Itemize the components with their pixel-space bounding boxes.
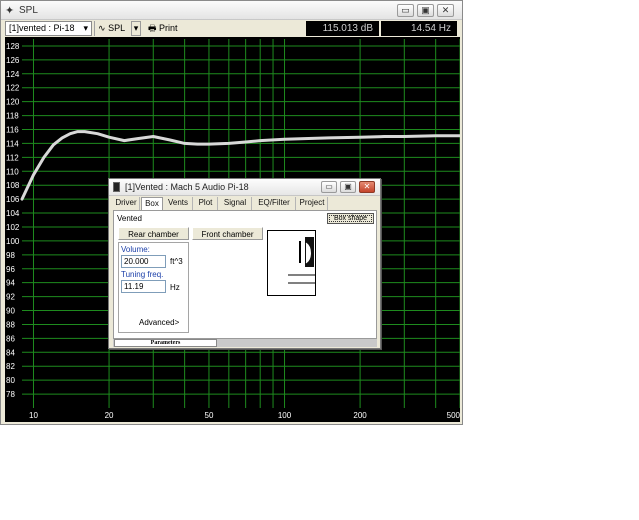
x-tick-label: 200 xyxy=(353,411,367,420)
print-button-label: Print xyxy=(159,23,178,33)
tab-project[interactable]: Project xyxy=(297,197,328,210)
parameters-tab[interactable]: Parameters xyxy=(114,339,217,347)
y-tick-label: 78 xyxy=(6,390,15,399)
project-select-value: [1]vented : Pi-18 xyxy=(9,23,75,33)
y-tick-label: 106 xyxy=(6,195,20,204)
x-tick-label: 50 xyxy=(205,411,214,420)
volume-label: Volume: xyxy=(121,245,150,254)
box-dialog: [1]Vented : Mach 5 Audio Pi-18 ▭ ▣ ✕ Dri… xyxy=(108,178,381,349)
app-icon: ✦ xyxy=(5,5,15,17)
tab-vents[interactable]: Vents xyxy=(164,197,193,210)
tab-plot[interactable]: Plot xyxy=(194,197,218,210)
maximize-button[interactable]: ▣ xyxy=(417,4,434,17)
front-chamber-tab[interactable]: Front chamber xyxy=(192,227,263,240)
y-tick-label: 128 xyxy=(6,42,20,51)
y-tick-label: 100 xyxy=(6,237,20,246)
rear-chamber-tab[interactable]: Rear chamber xyxy=(118,227,189,240)
tab-driver[interactable]: Driver xyxy=(113,197,140,210)
y-tick-label: 92 xyxy=(6,293,15,302)
y-tick-label: 126 xyxy=(6,56,20,65)
toolbar-separator xyxy=(94,21,95,36)
y-tick-label: 114 xyxy=(6,139,19,148)
y-tick-label: 80 xyxy=(6,376,15,385)
y-tick-label: 98 xyxy=(6,251,15,260)
advanced-button[interactable]: Advanced> xyxy=(139,318,179,327)
parameters-group: Volume: ft^3 Tuning freq. Hz Advanced> xyxy=(118,242,189,333)
y-tick-label: 124 xyxy=(6,70,20,79)
x-tick-label: 10 xyxy=(29,411,38,420)
spl-dropdown-button[interactable]: ▾ xyxy=(131,21,141,36)
y-tick-label: 82 xyxy=(6,362,15,371)
chevron-down-icon: ▾ xyxy=(133,23,139,33)
y-tick-label: 90 xyxy=(6,307,15,316)
y-tick-label: 110 xyxy=(6,167,19,176)
dialog-close-button[interactable]: ✕ xyxy=(359,181,375,193)
dialog-minimize-button[interactable]: ▭ xyxy=(321,181,337,193)
y-tick-label: 88 xyxy=(6,320,15,329)
vented-box-diagram-icon xyxy=(288,237,315,284)
x-tick-label: 500 xyxy=(447,411,460,420)
y-tick-label: 104 xyxy=(6,209,20,218)
y-tick-label: 84 xyxy=(6,348,15,357)
box-preview xyxy=(267,230,316,296)
x-tick-label: 20 xyxy=(105,411,114,420)
y-tick-label: 122 xyxy=(6,84,20,93)
spl-button[interactable]: ∿ SPL xyxy=(98,21,130,36)
window-titlebar[interactable]: ✦ SPL ▭ ▣ ✕ xyxy=(1,1,462,20)
speaker-icon xyxy=(113,182,120,192)
volume-unit: ft^3 xyxy=(170,257,183,266)
x-tick-label: 100 xyxy=(278,411,292,420)
toolbar: [1]vented : Pi-18 ▾ ∿ SPL ▾ 🖶 Print 115.… xyxy=(1,20,462,37)
project-select[interactable]: [1]vented : Pi-18 ▾ xyxy=(5,21,92,36)
y-tick-label: 94 xyxy=(6,279,15,288)
box-panel: Vented Box shape Rear chamber Front cham… xyxy=(113,210,377,339)
window-title: SPL xyxy=(19,5,38,16)
dialog-titlebar[interactable]: [1]Vented : Mach 5 Audio Pi-18 ▭ ▣ ✕ xyxy=(109,179,380,196)
dialog-statusbar: Parameters xyxy=(113,339,377,347)
y-tick-label: 108 xyxy=(6,181,20,190)
tuning-freq-label: Tuning freq. xyxy=(121,270,164,279)
y-tick-label: 116 xyxy=(6,126,19,135)
dialog-maximize-button[interactable]: ▣ xyxy=(340,181,356,193)
y-tick-label: 102 xyxy=(6,223,20,232)
tab-signal[interactable]: Signal xyxy=(219,197,252,210)
minimize-button[interactable]: ▭ xyxy=(397,4,414,17)
tab-eq-filter[interactable]: EQ/Filter xyxy=(253,197,296,210)
spl-button-label: SPL xyxy=(108,23,126,33)
print-button[interactable]: 🖶 Print xyxy=(148,21,184,36)
box-type-label: Vented xyxy=(117,214,142,223)
db-readout: 115.013 dB xyxy=(306,21,379,36)
tuning-freq-unit: Hz xyxy=(170,283,180,292)
tuning-freq-input[interactable] xyxy=(121,280,166,293)
y-tick-label: 120 xyxy=(6,98,20,107)
printer-icon: 🖶 xyxy=(148,23,157,33)
box-shape-button[interactable]: Box shape xyxy=(327,213,374,224)
dialog-title: [1]Vented : Mach 5 Audio Pi-18 xyxy=(125,182,249,192)
y-tick-label: 96 xyxy=(6,265,15,274)
hz-readout: 14.54 Hz xyxy=(381,21,457,36)
close-button[interactable]: ✕ xyxy=(437,4,454,17)
y-tick-label: 86 xyxy=(6,334,15,343)
volume-input[interactable] xyxy=(121,255,166,268)
y-tick-label: 112 xyxy=(6,153,19,162)
chevron-down-icon: ▾ xyxy=(83,23,88,33)
tab-box[interactable]: Box xyxy=(141,197,163,211)
y-tick-label: 118 xyxy=(6,112,19,121)
wave-icon: ∿ xyxy=(98,23,106,33)
